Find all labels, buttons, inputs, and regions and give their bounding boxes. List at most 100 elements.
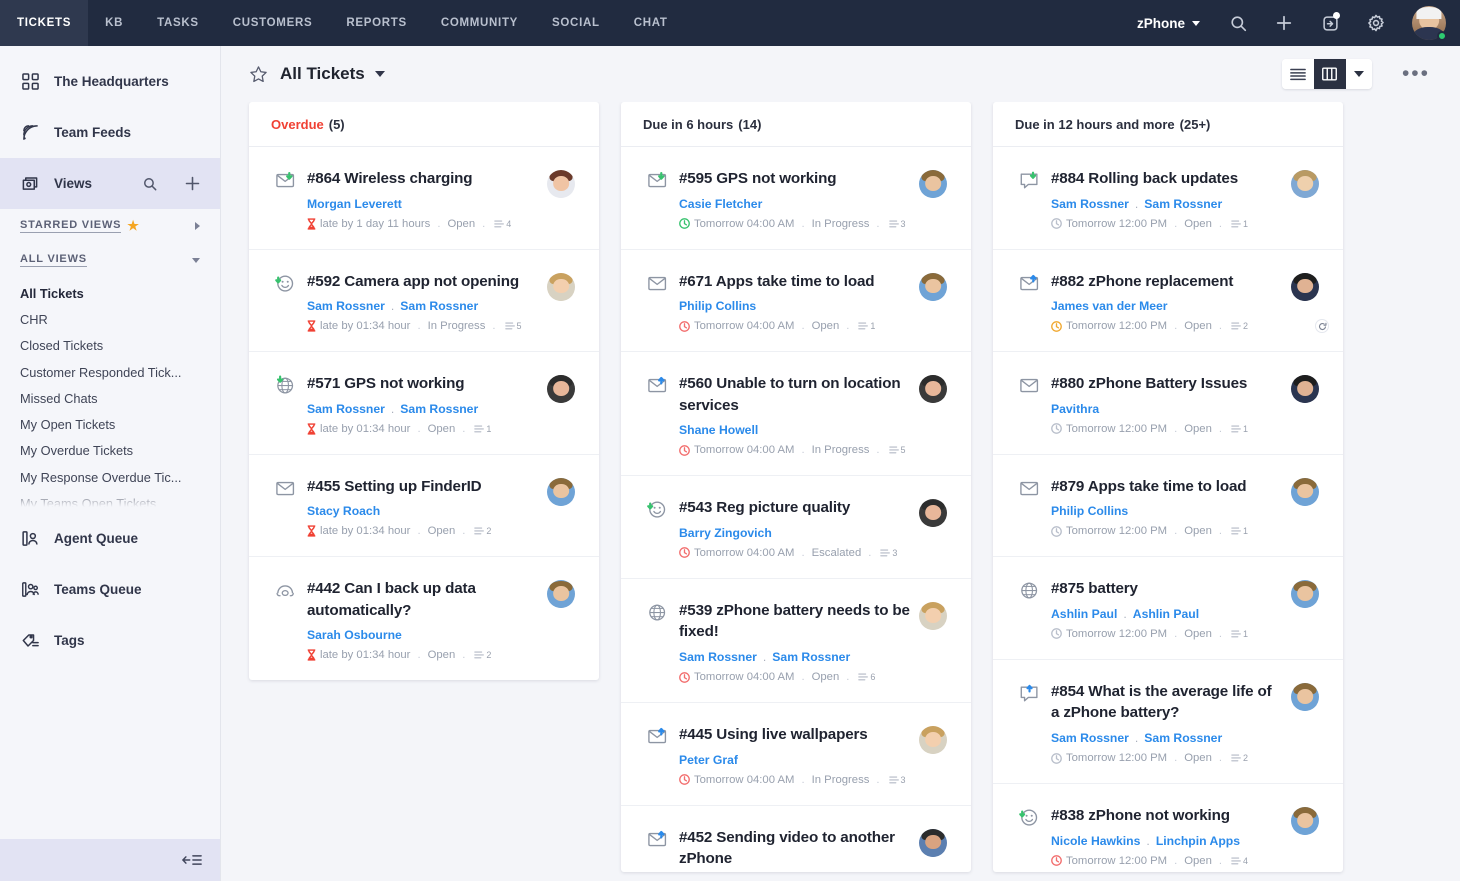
ticket-assignee-avatar[interactable] [1291,476,1325,538]
page-title[interactable]: All Tickets [280,64,365,84]
view-mode-dropdown[interactable] [1346,59,1372,89]
ticket-contact-link[interactable]: Sam Rossner [307,402,385,416]
view-list-item[interactable]: My Open Tickets [0,411,220,437]
notifications-icon[interactable] [1310,0,1350,46]
view-list-item[interactable]: Missed Chats [0,385,220,411]
ticket-card[interactable]: #445 Using live wallpapersPeter GrafTomo… [621,703,971,806]
ticket-contact-link[interactable]: Sarah Osbourne [307,628,402,642]
ticket-assignee-avatar[interactable] [919,724,953,786]
ticket-contact-link[interactable]: Sam Rossner [679,650,757,664]
ticket-contact-link[interactable]: Sam Rossner [1144,197,1222,211]
ticket-assignee-avatar[interactable] [919,497,953,559]
ticket-assignee-avatar[interactable] [1291,578,1325,640]
ticket-card[interactable]: #539 zPhone battery needs to be fixed!Sa… [621,579,971,703]
ticket-contact-link[interactable]: Nicole Hawkins [1051,834,1140,848]
ticket-assignee-avatar[interactable] [547,373,581,435]
add-view-icon[interactable] [185,176,200,191]
ticket-contact-link[interactable]: Peter Graf [679,753,738,767]
ticket-card[interactable]: #879 Apps take time to loadPhilip Collin… [993,455,1343,558]
nav-tab-social[interactable]: SOCIAL [535,0,617,46]
list-view-icon[interactable] [1282,59,1314,89]
ticket-assignee-avatar[interactable] [547,476,581,538]
ticket-contact-link[interactable]: James van der Meer [1051,299,1168,313]
ticket-card[interactable]: #442 Can I back up data automatically?Sa… [249,557,599,680]
ticket-contact-link[interactable]: Sam Rossner [1051,197,1129,211]
all-views-section-header[interactable]: ALL VIEWS [0,243,220,277]
ticket-assignee-avatar[interactable] [1291,681,1325,764]
sidebar-item-team-feeds[interactable]: Team Feeds [0,107,220,158]
ticket-contact-link[interactable]: Barry Zingovich [679,526,772,540]
ticket-card[interactable]: #880 zPhone Battery IssuesPavithraTomorr… [993,352,1343,455]
nav-tab-kb[interactable]: KB [88,0,140,46]
ticket-contact-link[interactable]: Sam Rossner [772,650,850,664]
ticket-card[interactable]: #560 Unable to turn on location services… [621,352,971,476]
view-list-item[interactable]: My Overdue Tickets [0,438,220,464]
views-list-scroll-area[interactable]: All TicketsCHRClosed TicketsCustomer Res… [0,277,220,507]
ticket-assignee-avatar[interactable] [1291,805,1325,867]
views-search-icon[interactable] [143,177,157,191]
ticket-card[interactable]: #884 Rolling back updatesSam Rossner.Sam… [993,147,1343,250]
view-list-item[interactable]: All Tickets [0,280,220,306]
ticket-card[interactable]: #854 What is the average life of a zPhon… [993,660,1343,784]
ticket-card[interactable]: #592 Camera app not openingSam Rossner.S… [249,250,599,353]
ticket-contact-link[interactable]: Ashlin Paul [1051,607,1117,621]
ticket-card[interactable]: #543 Reg picture qualityBarry ZingovichT… [621,476,971,579]
ticket-contact-link[interactable]: Philip Collins [1051,504,1128,518]
ticket-assignee-avatar[interactable] [919,271,953,333]
sidebar-item-agent-queue[interactable]: Agent Queue [0,513,220,564]
view-list-item[interactable]: My Teams Open Tickets [0,490,220,507]
ticket-contact-link[interactable]: Sam Rossner [307,299,385,313]
view-list-item[interactable]: Customer Responded Tick... [0,359,220,385]
search-icon[interactable] [1218,0,1258,46]
nav-tab-tickets[interactable]: TICKETS [0,0,88,46]
settings-gear-icon[interactable] [1356,0,1396,46]
sidebar-item-tags[interactable]: Tags [0,615,220,666]
ticket-card[interactable]: #455 Setting up FinderIDStacy Roachlate … [249,455,599,558]
sidebar-item-the-headquarters[interactable]: The Headquarters [0,56,220,107]
ticket-card[interactable]: #571 GPS not workingSam Rossner.Sam Ross… [249,352,599,455]
starred-views-section-header[interactable]: STARRED VIEWS ★ [0,209,220,243]
ticket-contact-link[interactable]: Shane Howell [679,423,758,437]
ticket-contact-link[interactable]: Sam Rossner [400,299,478,313]
ticket-card[interactable]: #838 zPhone not workingNicole Hawkins.Li… [993,784,1343,872]
view-list-item[interactable]: Closed Tickets [0,333,220,359]
nav-tab-community[interactable]: COMMUNITY [424,0,535,46]
ticket-card[interactable]: #864 Wireless chargingMorgan Leverettlat… [249,147,599,250]
ticket-card[interactable]: #671 Apps take time to loadPhilip Collin… [621,250,971,353]
more-options-button[interactable]: ••• [1398,62,1434,86]
ticket-card[interactable]: #452 Sending video to another zPhoneRaje… [621,806,971,872]
ticket-assignee-avatar[interactable] [1291,271,1325,333]
plus-icon[interactable] [1264,0,1304,46]
account-avatar[interactable] [1412,6,1446,40]
chevron-down-icon[interactable] [375,71,385,77]
ticket-contact-link[interactable]: Pavithra [1051,402,1099,416]
board-view-icon[interactable] [1314,59,1346,89]
ticket-assignee-avatar[interactable] [547,168,581,230]
nav-tab-chat[interactable]: CHAT [617,0,685,46]
ticket-contact-link[interactable]: Sam Rossner [1051,731,1129,745]
view-list-item[interactable]: CHR [0,306,220,332]
ticket-assignee-avatar[interactable] [919,373,953,456]
ticket-contact-link[interactable]: Sam Rossner [400,402,478,416]
ticket-card[interactable]: #875 batteryAshlin Paul.Ashlin PaulTomor… [993,557,1343,660]
nav-tab-reports[interactable]: REPORTS [329,0,424,46]
ticket-assignee-avatar[interactable] [1291,168,1325,230]
star-outline-icon[interactable] [249,65,268,84]
sidebar-item-teams-queue[interactable]: Teams Queue [0,564,220,615]
ticket-contact-link[interactable]: Linchpin Apps [1156,834,1240,848]
ticket-contact-link[interactable]: Morgan Leverett [307,197,402,211]
ticket-assignee-avatar[interactable] [547,271,581,333]
ticket-contact-link[interactable]: Casie Fletcher [679,197,762,211]
ticket-card[interactable]: #882 zPhone replacementJames van der Mee… [993,250,1343,353]
ticket-assignee-avatar[interactable] [919,168,953,230]
ticket-assignee-avatar[interactable] [919,600,953,683]
brand-selector[interactable]: zPhone [1125,16,1212,31]
ticket-card[interactable]: #595 GPS not workingCasie FletcherTomorr… [621,147,971,250]
ticket-contact-link[interactable]: Philip Collins [679,299,756,313]
ticket-assignee-avatar[interactable] [1291,373,1325,435]
nav-tab-tasks[interactable]: TASKS [140,0,216,46]
ticket-assignee-avatar[interactable] [919,827,953,872]
ticket-assignee-avatar[interactable] [547,578,581,661]
nav-tab-customers[interactable]: CUSTOMERS [216,0,330,46]
ticket-contact-link[interactable]: Ashlin Paul [1133,607,1199,621]
